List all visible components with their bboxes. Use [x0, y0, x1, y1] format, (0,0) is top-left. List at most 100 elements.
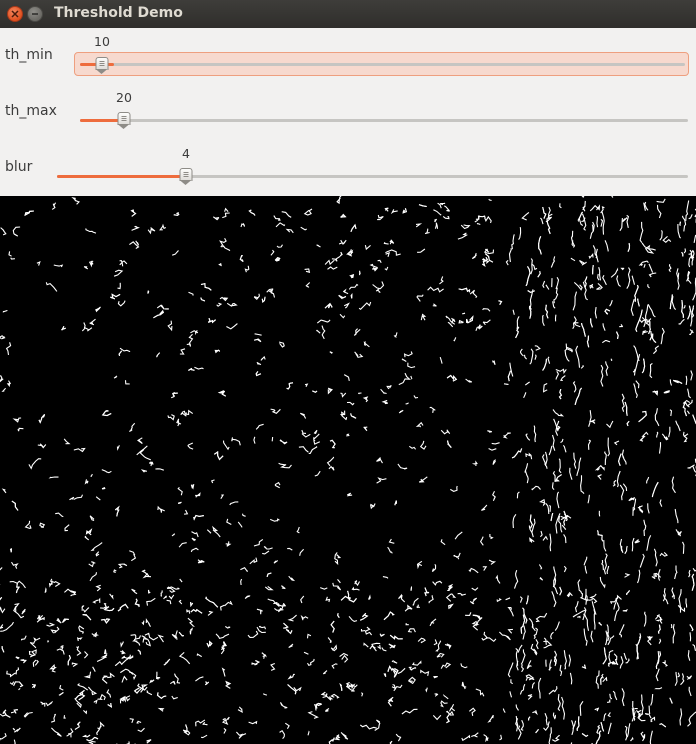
slider-handle-th-max[interactable] [117, 112, 131, 130]
edge-segment [653, 345, 660, 355]
edge-segment [446, 374, 458, 382]
edge-segment [82, 734, 91, 738]
edge-segment [153, 309, 164, 319]
edge-segment [6, 670, 17, 678]
slider-label-blur: blur [5, 159, 33, 175]
edge-segment [687, 713, 695, 727]
edge-segment [492, 491, 496, 502]
edge-segment [1, 387, 7, 392]
edge-segment [343, 302, 350, 309]
edge-segment [672, 623, 676, 644]
edge-segment [82, 614, 92, 621]
edge-segment [107, 672, 115, 679]
edge-segment [600, 676, 603, 685]
edge-segment [505, 259, 509, 266]
edge-segment [398, 593, 406, 603]
edge-segment [682, 402, 688, 417]
edge-segment [692, 277, 696, 301]
edge-segment [563, 650, 567, 670]
edge-segment [636, 569, 641, 584]
edge-segment [677, 604, 686, 613]
edge-segment [691, 573, 695, 591]
edge-segment [465, 612, 472, 616]
edge-segment [640, 731, 646, 742]
slider-label-th-min: th_min [5, 47, 53, 63]
edge-segment [634, 539, 640, 544]
edge-segment [588, 410, 592, 427]
edge-segment [261, 652, 267, 659]
edge-segment [391, 660, 398, 664]
edge-segment [149, 679, 155, 684]
edge-segment [551, 434, 556, 451]
edge-segment [545, 284, 550, 290]
edge-segment [359, 612, 369, 621]
edge-segment [49, 664, 56, 673]
edge-segment [49, 580, 53, 588]
edge-segment [554, 474, 562, 482]
edge-segment [607, 722, 612, 735]
edge-segment [322, 670, 328, 675]
edge-segment [273, 560, 279, 564]
edge-segment [549, 533, 552, 552]
edge-segment [547, 356, 551, 364]
edge-segment [58, 692, 64, 696]
edge-segment [525, 595, 529, 605]
edge-segment [689, 329, 694, 336]
edge-segment [446, 440, 452, 448]
edge-segment [654, 687, 663, 690]
edge-segment [402, 208, 407, 214]
edge-segment [351, 586, 360, 591]
slider-track-blur[interactable] [57, 175, 688, 178]
minimize-button[interactable] [27, 6, 43, 22]
edge-segment [690, 370, 693, 381]
edge-segment [404, 604, 413, 612]
edge-segment [619, 484, 625, 501]
edge-segment [316, 244, 321, 248]
edge-segment [188, 367, 195, 371]
slider-track-th-min[interactable] [80, 63, 685, 66]
edge-segment [190, 602, 194, 608]
edge-segment [171, 695, 178, 700]
close-button[interactable] [7, 6, 23, 22]
edge-segment [681, 299, 684, 318]
edge-segment [117, 282, 121, 290]
edge-segment [566, 591, 573, 598]
edge-segment [284, 722, 290, 729]
edge-segment [688, 214, 693, 220]
slider-track-th-max[interactable] [80, 119, 688, 122]
edge-segment [521, 211, 530, 221]
edge-segment [15, 667, 20, 675]
edge-segment [385, 252, 391, 257]
edge-segment [587, 439, 592, 450]
edge-segment [354, 351, 364, 358]
edge-segment [13, 681, 24, 688]
edge-segment [599, 576, 606, 589]
edge-segment [260, 355, 266, 361]
edge-segment [671, 296, 677, 310]
edge-segment [9, 548, 12, 553]
edge-segment [685, 598, 688, 608]
edge-segment [173, 212, 180, 216]
edge-segment [551, 482, 555, 490]
slider-handle-th-min[interactable] [95, 57, 109, 75]
edge-segment [12, 727, 16, 731]
edge-segment [548, 445, 553, 456]
edge-segment [564, 343, 570, 362]
edge-segment [398, 372, 412, 386]
edge-segment [418, 204, 427, 208]
edge-segment [113, 375, 118, 379]
edge-segment [364, 244, 372, 251]
edge-segment [416, 560, 423, 570]
slider-handle-blur[interactable] [179, 168, 193, 186]
edge-segment [638, 260, 649, 267]
edge-segment [235, 731, 247, 739]
edge-segment [594, 464, 605, 471]
edge-segment [214, 349, 221, 354]
edge-segment [15, 583, 20, 594]
edge-segment [97, 721, 105, 730]
edge-segment [330, 693, 340, 699]
edge-segment [449, 710, 455, 716]
edge-segment [626, 590, 631, 595]
edge-segment [171, 630, 178, 640]
edge-segment [560, 438, 564, 444]
